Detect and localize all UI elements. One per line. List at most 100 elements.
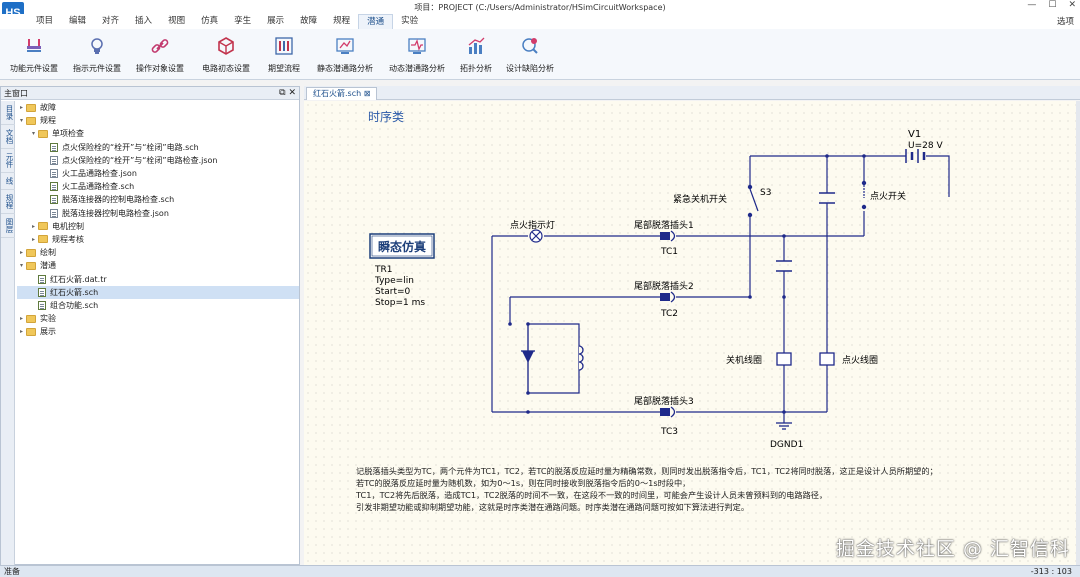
tree-file[interactable]: 点火保险栓的“栓开”与“栓闭”电路.sch — [17, 141, 299, 154]
menu-tab-project[interactable]: 项目 — [28, 14, 61, 29]
chevron-right-icon[interactable]: ▸ — [17, 249, 26, 256]
menu-tab-sneak[interactable]: 潜通 — [358, 14, 394, 29]
options-menu[interactable]: 选项 — [1057, 15, 1074, 27]
tree-file[interactable]: 火工品通路检查.json — [17, 167, 299, 180]
ignition-switch-label: 点火开关 — [870, 190, 906, 202]
cursor-coordinates: -313 : 103 — [1030, 567, 1072, 576]
shutdown-coil[interactable] — [776, 352, 792, 366]
operation-object-settings-button[interactable]: 操作对象设置 — [130, 29, 190, 79]
circuit-initial-state-button[interactable]: 电路初态设置 — [196, 29, 256, 79]
vtab-layers[interactable]: 图层 — [1, 214, 15, 238]
connector-tc3[interactable] — [660, 406, 676, 418]
design-defect-analysis-button[interactable]: 设计缺陷分析 — [502, 29, 558, 79]
chevron-right-icon[interactable]: ▸ — [17, 104, 26, 111]
vtab-wires[interactable]: 线 — [1, 173, 15, 190]
tree-folder[interactable]: ▾ 单项检查 — [17, 127, 299, 140]
inductor[interactable] — [578, 345, 584, 371]
tree-folder[interactable]: ▸ 故障 — [17, 101, 299, 114]
connector-tc2[interactable] — [660, 291, 676, 303]
vertical-scrollbar[interactable] — [1076, 101, 1080, 565]
bar-chart-icon — [465, 35, 487, 57]
chevron-right-icon[interactable]: ▸ — [29, 236, 38, 243]
minimize-icon[interactable]: — — [1027, 0, 1036, 10]
tree-file[interactable]: 火工品通路检查.sch — [17, 180, 299, 193]
chevron-down-icon[interactable]: ▾ — [17, 117, 26, 124]
dynamic-sneak-analysis-button[interactable]: 动态潜通路分析 — [384, 29, 450, 79]
transient-sim-block[interactable]: 瞬态仿真 — [369, 233, 435, 259]
expected-flow-button[interactable]: 期望流程 — [262, 29, 306, 79]
chevron-right-icon[interactable]: ▸ — [29, 223, 38, 230]
indicator-settings-button[interactable]: 指示元件设置 — [70, 29, 124, 79]
vtab-documents[interactable]: 文档 — [1, 125, 15, 149]
menu-tab-view[interactable]: 视图 — [160, 14, 193, 29]
vtab-components[interactable]: 元件 — [1, 149, 15, 173]
menu-tab-simulation[interactable]: 仿真 — [193, 14, 226, 29]
connector-tc1[interactable] — [660, 230, 676, 242]
component-settings-button[interactable]: 功能元件设置 — [4, 29, 64, 79]
vtab-catalog[interactable]: 目录 — [1, 101, 15, 125]
description-text: 记脱落插头类型为TC，两个元件为TC1，TC2，若TC的脱落反应延时量为精确常数… — [356, 465, 1056, 513]
tree-item-label: 电机控制 — [52, 221, 84, 231]
document-tab-strip: 红石火箭.sch ⊠ — [304, 86, 1080, 100]
component-settings-icon — [23, 35, 45, 57]
chevron-right-icon[interactable]: ▸ — [17, 315, 26, 322]
topology-analysis-button[interactable]: 拓扑分析 — [456, 29, 496, 79]
tree-file[interactable]: 组合功能.sch — [17, 299, 299, 312]
static-sneak-analysis-button[interactable]: 静态潜通路分析 — [312, 29, 378, 79]
tree-file[interactable]: 脱落连接器的控制电路检查.sch — [17, 193, 299, 206]
chevron-down-icon[interactable]: ▾ — [29, 130, 38, 137]
vertical-tab-strip: 目录 文档 元件 线 规程 图层 — [1, 101, 15, 565]
ground-label: DGND1 — [770, 440, 803, 450]
tree-item-label: 点火保险栓的“栓开”与“栓闭”电路检查.json — [62, 155, 218, 165]
tree-file[interactable]: 点火保险栓的“栓开”与“栓闭”电路检查.json — [17, 154, 299, 167]
menu-tab-align[interactable]: 对齐 — [94, 14, 127, 29]
file-icon — [50, 182, 58, 192]
source-name: V1 — [908, 129, 921, 140]
ignition-coil[interactable] — [819, 352, 835, 366]
ignition-indicator-lamp[interactable] — [529, 229, 543, 243]
pin-icon[interactable]: ⧉ — [279, 88, 285, 98]
tree-folder[interactable]: ▾ 规程 — [17, 114, 299, 127]
menu-tab-display[interactable]: 展示 — [259, 14, 292, 29]
sim-param-name: TR1 — [374, 265, 392, 275]
capacitor-mid[interactable] — [776, 260, 792, 272]
panel-close-icon[interactable]: ✕ — [288, 88, 296, 98]
ignition-switch[interactable] — [861, 180, 867, 210]
tree-item-label: 规程考核 — [52, 234, 84, 244]
tree-folder[interactable]: ▸ 实验 — [17, 312, 299, 325]
menu-tab-fault[interactable]: 故障 — [292, 14, 325, 29]
chevron-right-icon[interactable]: ▸ — [17, 328, 26, 335]
vtab-procedures[interactable]: 规程 — [1, 190, 15, 214]
tree-file[interactable]: 红石火箭.dat.tr — [17, 272, 299, 285]
tree-folder[interactable]: ▸ 规程考核 — [17, 233, 299, 246]
diode[interactable] — [521, 350, 535, 363]
menu-tab-procedure[interactable]: 规程 — [325, 14, 358, 29]
document-tab[interactable]: 红石火箭.sch ⊠ — [306, 87, 378, 100]
tree-file[interactable]: 脱落连接器控制电路检查.json — [17, 207, 299, 220]
close-icon[interactable]: ✕ — [1068, 0, 1076, 10]
battery-v1[interactable] — [905, 149, 926, 163]
link-icon — [149, 35, 171, 57]
chevron-down-icon[interactable]: ▾ — [17, 262, 26, 269]
schematic-canvas[interactable]: 时序类 瞬态仿真 TR1 Type=lin Start=0 Stop=1 ms — [304, 101, 1076, 565]
maximize-icon[interactable]: ☐ — [1048, 0, 1056, 10]
switch-s3[interactable] — [747, 184, 759, 218]
tree-item-label: 脱落连接器控制电路检查.json — [62, 208, 169, 218]
menu-tab-twin[interactable]: 孪生 — [226, 14, 259, 29]
menu-tab-edit[interactable]: 编辑 — [61, 14, 94, 29]
ribbon-toolbar: 功能元件设置 指示元件设置 操作对象设置 电路初态设置 期望流程 静态潜通路分析 — [0, 29, 1080, 80]
tree-folder[interactable]: ▸ 绘制 — [17, 246, 299, 259]
tree-folder[interactable]: ▸ 电机控制 — [17, 220, 299, 233]
description-line-2: 若TC的脱落反应延时量为随机数，如为0～1s，则在同时接收到脱落指令后的0～1s… — [356, 478, 691, 488]
tree-file[interactable]: 红石火箭.sch — [17, 285, 299, 299]
ignition-coil-label: 点火线圈 — [842, 354, 878, 366]
tree-item-label: 火工品通路检查.sch — [62, 182, 135, 192]
menu-tab-experiment[interactable]: 实验 — [393, 14, 426, 29]
folder-icon — [26, 327, 36, 336]
tc1-label: TC1 — [660, 247, 678, 257]
tree-folder[interactable]: ▾ 潜通 — [17, 259, 299, 272]
capacitor-top[interactable] — [819, 192, 835, 204]
tree-folder[interactable]: ▸ 展示 — [17, 325, 299, 338]
menu-tab-insert[interactable]: 插入 — [127, 14, 160, 29]
ground-symbol[interactable] — [776, 422, 792, 430]
